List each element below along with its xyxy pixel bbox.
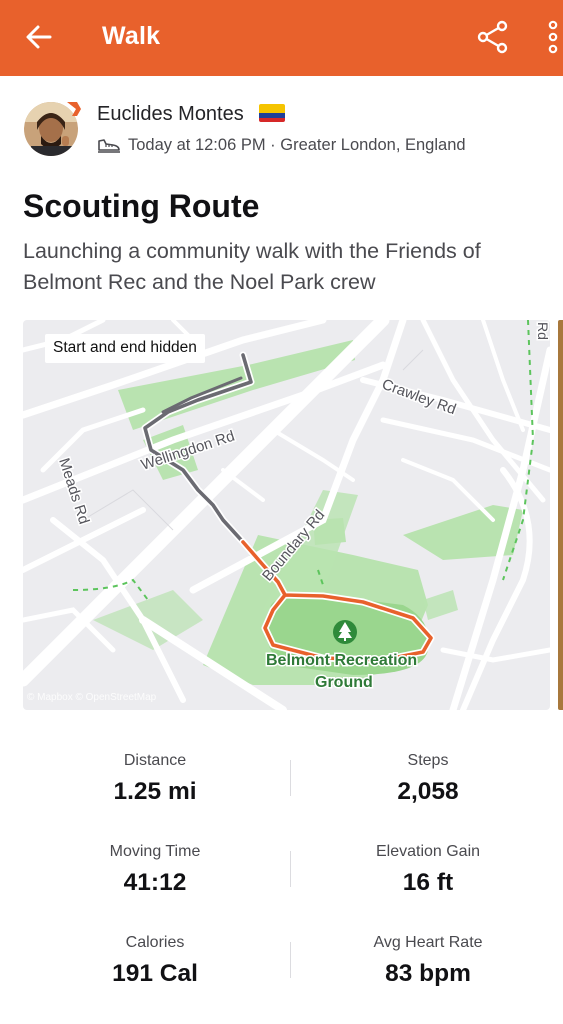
page-title: Walk: [102, 22, 161, 50]
map-attribution[interactable]: © Mapbox © OpenStreetMap: [27, 692, 156, 703]
stat-calories: Calories 191 Cal: [35, 934, 275, 988]
stat-elevation-gain: Elevation Gain 16 ft: [308, 843, 548, 897]
colombia-flag-icon: [259, 104, 285, 122]
park-label-line2: Ground: [315, 674, 373, 691]
stat-label: Moving Time: [109, 843, 201, 860]
stat-value: 83 bpm: [385, 960, 471, 987]
stat-label: Distance: [123, 752, 187, 769]
activity-description: Launching a community walk with the Frie…: [23, 239, 481, 294]
next-photo-peek[interactable]: [558, 320, 563, 710]
stat-value: 2,058: [397, 778, 459, 805]
arrow-left-icon[interactable]: [22, 18, 58, 56]
stat-divider: [290, 851, 291, 887]
park-label-line1: Belmont Recreation: [266, 652, 417, 669]
stat-value: 41:12: [123, 869, 187, 896]
more-vertical-icon[interactable]: [543, 18, 563, 56]
walking-shoe-icon: [97, 136, 121, 154]
stat-divider: [290, 942, 291, 978]
stat-label: Calories: [125, 934, 185, 951]
stat-distance: Distance 1.25 mi: [35, 752, 275, 806]
stat-label: Avg Heart Rate: [373, 934, 483, 951]
app-bar: Walk: [0, 0, 563, 76]
stat-value: 1.25 mi: [113, 778, 197, 805]
athlete-name[interactable]: Euclides Montes: [97, 103, 244, 126]
road-label-crawley: Crawley Rd: [380, 376, 459, 418]
stat-divider: [290, 760, 291, 796]
park-tree-icon: [333, 620, 357, 644]
stat-label: Elevation Gain: [375, 843, 481, 860]
avatar[interactable]: [23, 100, 81, 156]
route-map[interactable]: Wellingdon Rd Crawley Rd Meads Rd Bounda…: [23, 320, 550, 710]
start-end-hidden-badge: Start and end hidden: [45, 334, 205, 363]
activity-meta: Today at 12:06 PM · Greater London, Engl…: [128, 136, 466, 154]
stat-avg-heart-rate: Avg Heart Rate 83 bpm: [308, 934, 548, 988]
stat-steps: Steps 2,058: [308, 752, 548, 806]
share-icon[interactable]: [474, 18, 512, 56]
map-canvas: Wellingdon Rd Crawley Rd Meads Rd Bounda…: [23, 320, 550, 710]
stat-value: 16 ft: [402, 869, 454, 896]
activity-title: Scouting Route: [23, 188, 260, 224]
stat-moving-time: Moving Time 41:12: [35, 843, 275, 897]
road-label-meads: Meads Rd: [55, 456, 92, 526]
stat-value: 191 Cal: [112, 960, 198, 987]
stat-label: Steps: [407, 752, 449, 769]
road-label-edge: Rd: [535, 322, 550, 340]
